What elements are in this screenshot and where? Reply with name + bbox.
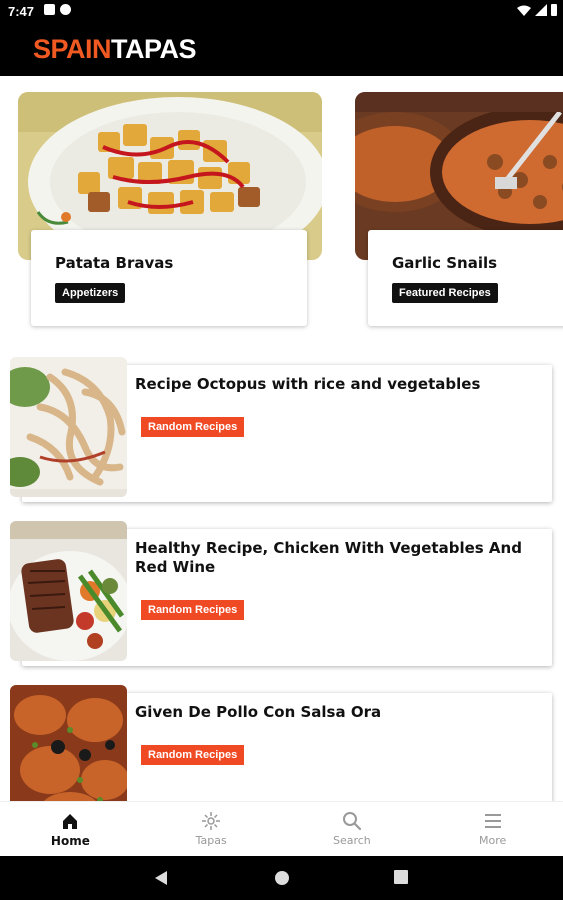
featured-card[interactable]: Patata Bravas Appetizers — [18, 92, 322, 328]
search-icon — [342, 812, 361, 831]
nav-home-label: Home — [50, 834, 90, 848]
wifi-icon — [517, 5, 531, 16]
recipe-title[interactable]: Given De Pollo Con Salsa Ora — [135, 703, 535, 722]
back-icon[interactable] — [154, 870, 168, 886]
home-icon — [63, 814, 78, 829]
app-bar: SPAINTAPAS — [0, 24, 563, 76]
notification-icon — [44, 4, 55, 15]
recipe-title[interactable]: Recipe Octopus with rice and vegetables — [135, 375, 535, 394]
recipe-thumbnail-chicken — [10, 521, 127, 661]
sync-icon — [60, 4, 71, 15]
status-bar: 7:47 — [0, 0, 563, 24]
category-tag[interactable]: Random Recipes — [141, 600, 245, 620]
status-time: 7:47 — [8, 4, 35, 19]
featured-title[interactable]: Garlic Snails — [392, 254, 497, 272]
notification-icons — [44, 4, 71, 15]
recipe-list-item[interactable]: Recipe Octopus with rice and vegetables … — [10, 357, 552, 502]
nav-search-label: Search — [332, 834, 371, 847]
category-tag[interactable]: Random Recipes — [141, 417, 245, 437]
nav-more[interactable]: More — [422, 802, 563, 856]
logo-spain: SPAIN — [33, 34, 112, 64]
recipe-thumbnail-pollo — [10, 685, 127, 801]
recipe-thumbnail-octopus — [10, 357, 127, 497]
signal-icon — [535, 4, 547, 16]
system-navigation-bar — [0, 856, 563, 900]
featured-card-info[interactable]: Garlic Snails Featured Recipes — [368, 230, 563, 326]
category-tag[interactable]: Featured Recipes — [392, 283, 498, 303]
home-system-icon[interactable] — [274, 870, 290, 886]
battery-icon — [551, 4, 557, 16]
nav-search[interactable]: Search — [282, 802, 423, 856]
sparkle-icon — [202, 812, 221, 830]
nav-tapas-label: Tapas — [195, 834, 227, 847]
main-content[interactable]: Patata Bravas Appetizers Garlic Snails F… — [0, 76, 563, 801]
recents-icon[interactable] — [394, 870, 408, 884]
menu-icon — [484, 814, 501, 828]
category-tag[interactable]: Appetizers — [55, 283, 126, 303]
featured-card-info[interactable]: Patata Bravas Appetizers — [31, 230, 307, 326]
featured-title[interactable]: Patata Bravas — [55, 254, 173, 272]
featured-carousel[interactable]: Patata Bravas Appetizers Garlic Snails F… — [0, 92, 563, 332]
app-logo: SPAINTAPAS — [33, 34, 197, 65]
nav-home[interactable]: Home — [0, 802, 141, 856]
system-status-icons — [517, 4, 557, 16]
featured-card[interactable]: Garlic Snails Featured Recipes — [355, 92, 563, 328]
recipe-title[interactable]: Healthy Recipe, Chicken With Vegetables … — [135, 539, 535, 577]
nav-more-label: More — [478, 834, 507, 847]
recipe-list-item[interactable]: Healthy Recipe, Chicken With Vegetables … — [10, 521, 552, 666]
recipe-list-item[interactable]: Given De Pollo Con Salsa Ora Random Reci… — [10, 685, 552, 801]
nav-tapas[interactable]: Tapas — [141, 802, 282, 856]
logo-tapas: TAPAS — [111, 34, 197, 64]
category-tag[interactable]: Random Recipes — [141, 745, 245, 765]
bottom-navigation: Home Tapas Search More — [0, 801, 563, 856]
